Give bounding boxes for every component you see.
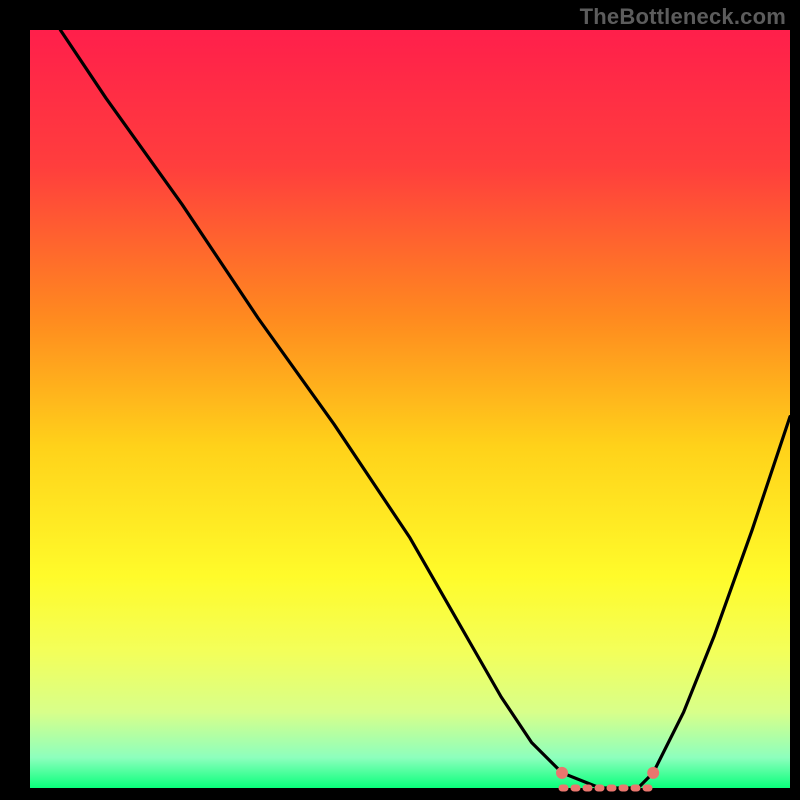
plot-background [30, 30, 790, 788]
range-start-dot [556, 767, 568, 779]
range-end-dot [647, 767, 659, 779]
bottleneck-chart [0, 0, 800, 800]
chart-frame: TheBottleneck.com [0, 0, 800, 800]
